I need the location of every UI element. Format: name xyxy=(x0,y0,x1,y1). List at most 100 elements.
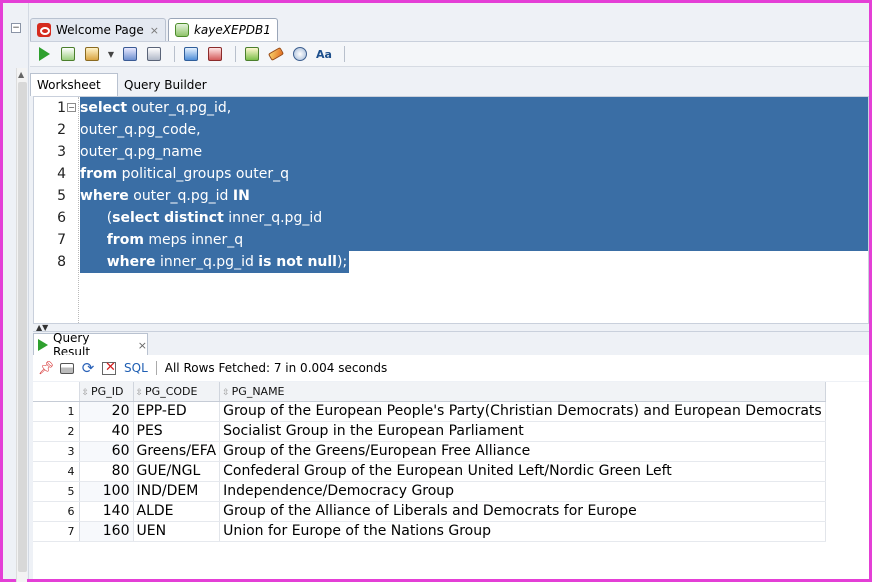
tab-worksheet[interactable]: Worksheet xyxy=(30,73,118,96)
cell-pg-code[interactable]: PES xyxy=(133,421,221,442)
cell-pg-name[interactable]: Confederal Group of the European United … xyxy=(219,461,826,482)
print-button[interactable] xyxy=(59,360,75,376)
cell-pg-code[interactable]: IND/DEM xyxy=(133,481,221,502)
explain-plan-button[interactable] xyxy=(120,44,140,64)
column-header-pg-code[interactable]: ⇳ PG_CODE xyxy=(133,382,221,402)
vertical-scrollbar[interactable]: ▲ xyxy=(16,68,27,582)
tab-query-result[interactable]: Query Result × xyxy=(33,331,148,359)
history-icon xyxy=(293,47,307,61)
cell-pg-name[interactable]: Socialist Group in the European Parliame… xyxy=(219,421,826,442)
sql-keyword: select xyxy=(80,100,128,116)
sql-link[interactable]: SQL xyxy=(124,361,148,375)
row-number-header xyxy=(33,382,80,402)
row-number: 2 xyxy=(33,421,80,442)
cell-pg-name[interactable]: Group of the European People's Party(Chr… xyxy=(219,401,826,422)
cell-pg-code[interactable]: Greens/EFA xyxy=(133,441,221,462)
format-icon: Aa xyxy=(316,47,332,61)
table-row[interactable]: 5 100 IND/DEM Independence/Democracy Group xyxy=(33,481,826,502)
dropdown-arrow-icon[interactable]: ▼ xyxy=(106,44,116,64)
row-number: 5 xyxy=(33,481,80,502)
run-script-icon xyxy=(61,47,75,61)
result-toolbar: 📌︎ ⟳ ✕ SQL All Rows Fetched: 7 in 0.004 … xyxy=(33,355,869,381)
sql-editor[interactable]: 12345678 − select outer_q.pg_id, outer_q.… xyxy=(33,96,869,324)
cell-pg-id[interactable]: 140 xyxy=(79,501,134,522)
tab-query-builder[interactable]: Query Builder xyxy=(118,73,213,96)
format-button[interactable]: Aa xyxy=(314,44,334,64)
explain-plan-icon xyxy=(123,47,137,61)
line-number: 3 xyxy=(57,144,66,160)
sort-icon[interactable]: ⇳ xyxy=(82,388,90,398)
commit-button[interactable] xyxy=(181,44,201,64)
sort-icon[interactable]: ⇳ xyxy=(222,388,230,398)
collapse-icon[interactable]: − xyxy=(11,23,21,33)
line-number: 1 xyxy=(57,100,66,116)
sql-line[interactable]: outer_q.pg_code, xyxy=(80,119,868,141)
row-number: 3 xyxy=(33,441,80,462)
print-icon xyxy=(60,362,74,374)
close-icon[interactable]: × xyxy=(150,24,159,37)
toolbar-separator xyxy=(235,46,236,62)
sql-line[interactable]: from political_groups outer_q xyxy=(80,163,868,185)
sql-line[interactable]: select outer_q.pg_id, xyxy=(80,97,868,119)
autotrace-icon xyxy=(85,47,99,61)
scroll-up-icon[interactable]: ▲ xyxy=(18,70,24,79)
run-result-icon xyxy=(38,339,48,351)
sql-keyword: where xyxy=(80,188,129,204)
sql-line[interactable]: (select distinct inner_q.pg_id xyxy=(80,207,868,229)
close-icon[interactable]: × xyxy=(138,339,147,352)
sql-line[interactable]: from meps inner_q xyxy=(80,229,868,251)
cell-pg-code[interactable]: UEN xyxy=(133,521,221,542)
sql-token: inner_q.pg_id xyxy=(223,210,323,226)
sql-tuning-icon xyxy=(147,47,161,61)
cell-pg-id[interactable]: 20 xyxy=(79,401,134,422)
delete-icon: ✕ xyxy=(102,360,116,375)
sort-icon[interactable]: ⇳ xyxy=(136,388,144,398)
table-row[interactable]: 7 160 UEN Union for Europe of the Nations G… xyxy=(33,521,826,542)
row-number: 7 xyxy=(33,521,80,542)
history-button[interactable] xyxy=(290,44,310,64)
left-gutter: − ▲ xyxy=(3,3,29,582)
cell-pg-name[interactable]: Group of the Greens/European Free Allian… xyxy=(219,441,826,462)
cell-pg-id[interactable]: 40 xyxy=(79,421,134,442)
result-grid[interactable]: ⇳ PG_ID ⇳ PG_CODE ⇳ PG_NAME 1 20 EPP-ED Group … xyxy=(33,382,869,579)
refresh-icon[interactable]: ⟳ xyxy=(80,359,96,377)
clear-button[interactable] xyxy=(266,44,286,64)
pin-icon[interactable]: 📌︎ xyxy=(38,360,55,376)
cell-pg-code[interactable]: ALDE xyxy=(133,501,221,522)
row-number: 4 xyxy=(33,461,80,482)
cell-pg-id[interactable]: 100 xyxy=(79,481,134,502)
cell-pg-name[interactable]: Group of the Alliance of Liberals and De… xyxy=(219,501,826,522)
tab-welcome-page[interactable]: Welcome Page × xyxy=(30,18,166,41)
sql-keyword: where xyxy=(106,254,156,270)
table-row[interactable]: 2 40 PES Socialist Group in the European Pa… xyxy=(33,421,826,442)
panel-splitter[interactable]: ▲▼ xyxy=(33,324,869,332)
delete-button[interactable]: ✕ xyxy=(101,360,117,376)
cell-pg-code[interactable]: EPP-ED xyxy=(133,401,221,422)
cell-pg-name[interactable]: Union for Europe of the Nations Group xyxy=(219,521,826,542)
column-header-pg-id[interactable]: ⇳ PG_ID xyxy=(79,382,134,402)
cell-pg-id[interactable]: 160 xyxy=(79,521,134,542)
table-row[interactable]: 4 80 GUE/NGL Confederal Group of the Europe… xyxy=(33,461,826,482)
run-statement-button[interactable] xyxy=(34,44,54,64)
sql-line[interactable]: where inner_q.pg_id is not null); xyxy=(80,251,350,273)
sql-keyword: select distinct xyxy=(112,210,224,226)
cell-pg-id[interactable]: 80 xyxy=(79,461,134,482)
cell-pg-code[interactable]: GUE/NGL xyxy=(133,461,221,482)
tab-connection-worksheet[interactable]: kayeXEPDB1 xyxy=(167,18,278,41)
sql-tuning-button[interactable] xyxy=(144,44,164,64)
column-header-pg-name[interactable]: ⇳ PG_NAME xyxy=(219,382,826,402)
fold-collapse-icon[interactable]: − xyxy=(67,103,76,112)
sql-line[interactable]: outer_q.pg_name xyxy=(80,141,868,163)
autotrace-button[interactable] xyxy=(82,44,102,64)
cell-pg-name[interactable]: Independence/Democracy Group xyxy=(219,481,826,502)
column-header-label: PG_ID xyxy=(91,384,124,398)
sql-tuning-advisor-button[interactable] xyxy=(242,44,262,64)
table-row[interactable]: 1 20 EPP-ED Group of the European People's … xyxy=(33,401,826,422)
table-row[interactable]: 6 140 ALDE Group of the Alliance of Liberal… xyxy=(33,501,826,522)
rollback-button[interactable] xyxy=(205,44,225,64)
cell-pg-id[interactable]: 60 xyxy=(79,441,134,462)
sql-line[interactable]: where outer_q.pg_id IN xyxy=(80,185,868,207)
table-row[interactable]: 3 60 Greens/EFA Group of the Greens/Europea… xyxy=(33,441,826,462)
run-script-button[interactable] xyxy=(58,44,78,64)
scrollbar-thumb[interactable] xyxy=(18,82,27,572)
